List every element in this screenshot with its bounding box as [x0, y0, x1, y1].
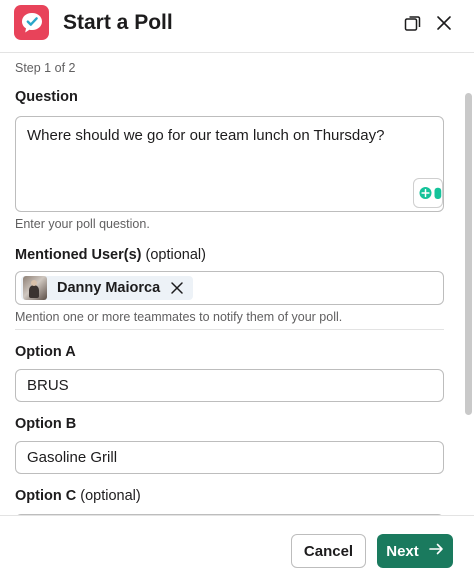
mentioned-users-input[interactable]: Danny Maiorca — [15, 271, 444, 305]
user-chip: Danny Maiorca — [21, 276, 193, 300]
cancel-button[interactable]: Cancel — [291, 534, 366, 568]
cancel-button-label: Cancel — [303, 542, 354, 560]
optional-tag: (optional) — [80, 488, 141, 504]
question-label: Question — [15, 89, 78, 105]
option-b-label: Option B — [15, 416, 77, 432]
option-c-label-text: Option C — [15, 488, 77, 504]
next-button[interactable]: Next — [377, 534, 453, 568]
remove-user-icon[interactable] — [170, 281, 184, 295]
option-b-value: Gasoline Grill — [27, 449, 118, 466]
scrollbar[interactable] — [465, 93, 472, 415]
question-hint: Enter your poll question. — [15, 217, 150, 231]
option-a-value: BRUS — [27, 377, 69, 394]
writing-assistant-button[interactable] — [413, 178, 443, 208]
section-divider — [15, 329, 444, 330]
modal-body[interactable]: Step 1 of 2 Question Where should we go … — [0, 53, 474, 515]
option-c-label: Option C (optional) — [15, 488, 141, 504]
mentioned-users-label: Mentioned User(s) (optional) — [15, 247, 206, 263]
close-icon[interactable] — [434, 13, 454, 33]
expand-window-icon[interactable] — [403, 13, 423, 33]
optional-tag: (optional) — [145, 247, 206, 263]
avatar — [23, 276, 47, 300]
option-b-input[interactable]: Gasoline Grill — [15, 441, 444, 474]
writing-assistant-icon — [419, 187, 442, 199]
modal-title: Start a Poll — [63, 11, 173, 34]
next-button-label: Next — [386, 542, 419, 560]
arrow-right-icon — [428, 542, 444, 560]
question-input-value: Where should we go for our team lunch on… — [27, 127, 385, 144]
mentioned-users-label-text: Mentioned User(s) — [15, 247, 142, 263]
step-indicator: Step 1 of 2 — [15, 61, 76, 75]
question-input[interactable]: Where should we go for our team lunch on… — [15, 116, 444, 212]
option-a-input[interactable]: BRUS — [15, 369, 444, 402]
mentioned-users-hint: Mention one or more teammates to notify … — [15, 310, 343, 324]
poll-app-logo-icon — [14, 5, 49, 40]
footer-divider — [0, 515, 474, 516]
option-a-label: Option A — [15, 344, 76, 360]
modal-header: Start a Poll — [0, 0, 474, 52]
user-chip-name: Danny Maiorca — [57, 280, 161, 296]
